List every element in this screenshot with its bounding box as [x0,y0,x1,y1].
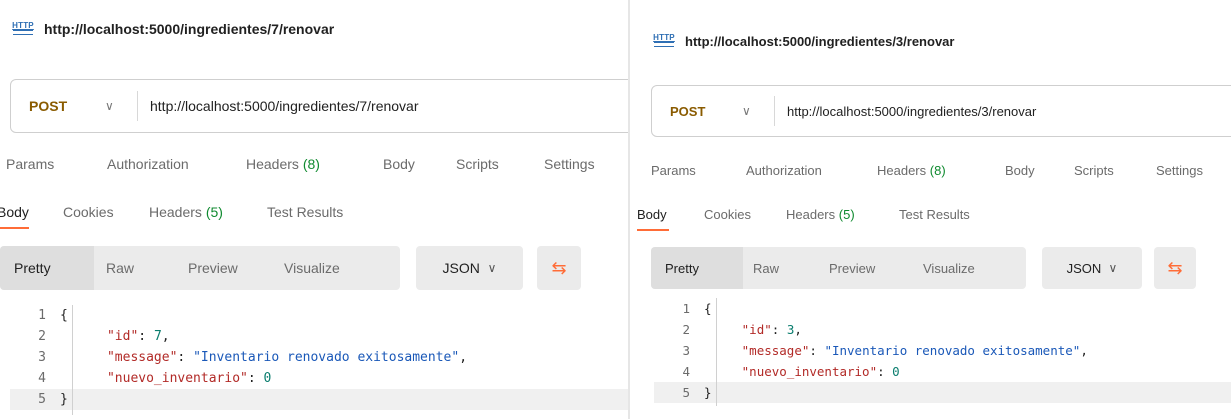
tab-test-results[interactable]: Test Results [899,207,970,222]
tab-response-headers[interactable]: Headers (5) [786,207,899,222]
response-body-code: 1{ 2 "id": 7, 3 "message": "Inventario r… [10,305,628,415]
request-title-url: http://localhost:5000/ingredientes/3/ren… [685,33,955,49]
chevron-down-icon: ∨ [1108,261,1118,275]
headers-count: (8) [302,156,320,172]
chevron-down-icon[interactable]: ∨ [105,99,137,113]
tab-params[interactable]: Params [651,163,746,178]
tab-response-body[interactable]: Body [637,207,704,231]
view-preview[interactable]: Preview [188,260,284,276]
tab-cookies[interactable]: Cookies [704,207,786,222]
request-tabs: Params Authorization Headers (8) Body Sc… [6,156,595,172]
code-line: 2 "id": 7, [38,329,170,344]
tab-authorization[interactable]: Authorization [107,156,246,172]
tab-test-results[interactable]: Test Results [267,204,343,220]
view-visualize[interactable]: Visualize [284,260,340,276]
request-title: HTTP http://localhost:5000/ingredientes/… [12,20,334,38]
code-line: 3 "message": "Inventario renovado exitos… [38,350,468,365]
view-raw[interactable]: Raw [743,261,829,276]
tab-scripts[interactable]: Scripts [1074,163,1156,178]
tab-response-body[interactable]: Body [0,204,63,229]
format-dropdown[interactable]: JSON ∨ [416,246,523,290]
response-headers-count: (5) [838,207,855,222]
code-line: 1{ [682,301,712,316]
response-toolbar: Pretty Raw Preview Visualize JSON ∨ ⇆ [651,247,1196,289]
tab-response-headers[interactable]: Headers (5) [149,204,267,220]
headers-count: (8) [929,163,946,178]
response-body-code: 1{ 2 "id": 3, 3 "message": "Inventario r… [654,298,1231,406]
code-line: 4 "nuevo_inventario": 0 [682,364,900,379]
url-bar: POST ∨ http://localhost:5000/ingrediente… [651,85,1231,137]
url-input[interactable]: http://localhost:5000/ingredientes/3/ren… [787,104,1036,119]
response-tabs: Body Cookies Headers (5) Test Results [0,204,343,229]
request-tabs: Params Authorization Headers (8) Body Sc… [651,163,1203,178]
tab-headers[interactable]: Headers (8) [246,156,383,172]
view-visualize[interactable]: Visualize [923,261,975,276]
method-select[interactable]: POST [29,98,99,114]
tab-params[interactable]: Params [6,156,107,172]
wrap-lines-icon[interactable]: ⇆ [537,246,581,290]
view-preview[interactable]: Preview [829,261,923,276]
request-title: HTTP http://localhost:5000/ingredientes/… [653,32,954,50]
view-mode-group: Pretty Raw Preview Visualize [651,247,1026,289]
tab-authorization[interactable]: Authorization [746,163,877,178]
view-pretty[interactable]: Pretty [651,247,743,289]
divider [774,96,775,126]
wrap-lines-icon[interactable]: ⇆ [1154,247,1196,289]
http-icon: HTTP [653,32,675,50]
view-mode-group: Pretty Raw Preview Visualize [0,246,400,290]
code-line: 5} [10,389,628,410]
url-input[interactable]: http://localhost:5000/ingredientes/7/ren… [150,98,419,114]
url-bar: POST ∨ http://localhost:5000/ingrediente… [10,79,628,133]
tab-body[interactable]: Body [383,156,456,172]
view-raw[interactable]: Raw [94,260,188,276]
chevron-down-icon[interactable]: ∨ [742,104,774,118]
response-tabs: Body Cookies Headers (5) Test Results [637,207,970,231]
tab-cookies[interactable]: Cookies [63,204,149,220]
request-title-url: http://localhost:5000/ingredientes/7/ren… [44,21,335,37]
request-panel-right: HTTP http://localhost:5000/ingredientes/… [630,0,1231,419]
code-line: 2 "id": 3, [682,322,802,337]
tab-body[interactable]: Body [1005,163,1074,178]
tab-settings[interactable]: Settings [544,156,595,172]
response-toolbar: Pretty Raw Preview Visualize JSON ∨ ⇆ [0,246,581,290]
chevron-down-icon: ∨ [487,261,497,275]
tab-scripts[interactable]: Scripts [456,156,544,172]
format-dropdown[interactable]: JSON ∨ [1042,247,1142,289]
code-line: 1{ [38,308,68,323]
request-panel-left: HTTP http://localhost:5000/ingredientes/… [0,0,628,419]
response-headers-count: (5) [205,204,223,220]
tab-headers[interactable]: Headers (8) [877,163,1005,178]
http-icon: HTTP [12,20,34,38]
code-line: 3 "message": "Inventario renovado exitos… [682,343,1088,358]
code-line: 4 "nuevo_inventario": 0 [38,371,272,386]
divider [137,91,138,121]
view-pretty[interactable]: Pretty [0,246,94,290]
tab-settings[interactable]: Settings [1156,163,1203,178]
method-select[interactable]: POST [670,104,736,119]
code-line: 5} [654,382,1231,403]
